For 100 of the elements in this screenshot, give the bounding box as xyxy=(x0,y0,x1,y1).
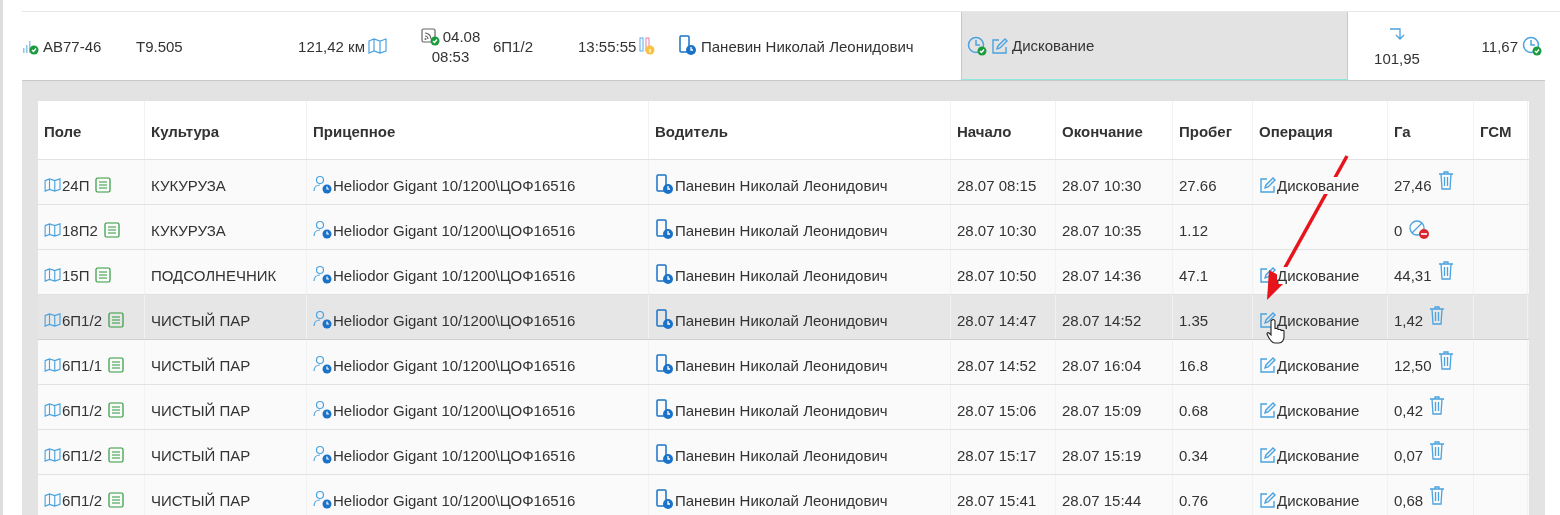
column-header: Окончание xyxy=(1062,122,1143,140)
table-cell: Heliodor Gigant 10/1200\ЦОФ16516 xyxy=(333,311,576,329)
table-cell: 47.1 xyxy=(1179,266,1209,284)
duration: 13:55:55 xyxy=(578,37,637,55)
table-cell: 0.34 xyxy=(1179,446,1209,464)
map-icon[interactable] xyxy=(44,403,62,417)
trash-icon[interactable] xyxy=(1437,171,1454,191)
table-cell: Паневин Николай Леонидович xyxy=(675,311,888,329)
table-cell: 28.07 10:50 xyxy=(957,266,1037,284)
user-clock-icon xyxy=(313,355,333,375)
trash-icon[interactable] xyxy=(1429,441,1446,461)
table-cell: 28.07 15:19 xyxy=(1062,446,1142,464)
driver-icon xyxy=(655,174,675,196)
table-cell: Паневин Николай Леонидович xyxy=(675,401,888,419)
table-cell: 0 xyxy=(1394,221,1403,239)
list-icon[interactable] xyxy=(108,357,124,373)
column-header: Поле xyxy=(44,122,82,140)
table-cell: ЧИСТЫЙ ПАР xyxy=(151,446,251,464)
map-icon[interactable] xyxy=(368,38,388,54)
table-cell: 1,42 xyxy=(1394,311,1424,329)
map-icon[interactable] xyxy=(44,493,62,507)
edit-icon[interactable] xyxy=(1259,446,1277,464)
mileage: 101,95 xyxy=(1374,49,1420,67)
operation-cell[interactable]: Дискование xyxy=(961,12,1348,80)
list-icon[interactable] xyxy=(95,267,112,283)
blocked-icon xyxy=(1408,220,1431,240)
list-icon[interactable] xyxy=(108,312,124,328)
list-icon[interactable] xyxy=(103,222,120,238)
table-cell: Heliodor Gigant 10/1200\ЦОФ16516 xyxy=(333,176,576,194)
user-clock-icon xyxy=(313,490,333,510)
table-cell: 0,07 xyxy=(1394,446,1424,464)
edit-icon[interactable] xyxy=(1259,176,1277,194)
table-cell: 28.07 15:17 xyxy=(957,446,1037,464)
table-cell: 44,31 xyxy=(1394,266,1432,284)
map-icon[interactable] xyxy=(44,358,62,372)
table-cell: Heliodor Gigant 10/1200\ЦОФ16516 xyxy=(333,491,576,509)
table-cell: 28.07 15:44 xyxy=(1062,491,1142,509)
table-cell: 12,50 xyxy=(1394,356,1432,374)
driver-icon xyxy=(678,35,698,57)
user-clock-icon xyxy=(313,445,333,465)
table-cell: 28.07 14:36 xyxy=(1062,266,1142,284)
table-cell: 0,68 xyxy=(1394,491,1424,509)
table-cell: 24П xyxy=(62,176,90,194)
area: 11,67 xyxy=(1481,37,1518,55)
table-cell: 6П1/1 xyxy=(62,356,102,374)
driver-icon xyxy=(655,354,675,376)
column-header: Пробег xyxy=(1179,122,1232,140)
table-cell: 28.07 15:41 xyxy=(957,491,1037,509)
table-cell: 28.07 10:30 xyxy=(1062,176,1142,194)
map-icon[interactable] xyxy=(44,268,62,282)
table-cell: ЧИСТЫЙ ПАР xyxy=(151,401,251,419)
turn-down-icon xyxy=(1389,25,1405,42)
operation-name: Дискование xyxy=(1012,37,1095,54)
table-cell: КУКУРУЗА xyxy=(151,221,226,239)
trash-icon[interactable] xyxy=(1429,396,1446,416)
driver-icon xyxy=(655,489,675,511)
table-cell: Дискование xyxy=(1277,266,1360,284)
list-icon[interactable] xyxy=(108,492,124,508)
user-clock-icon xyxy=(313,220,333,240)
date: 04.08 xyxy=(442,28,481,45)
table-cell: 28.07 14:52 xyxy=(957,356,1037,374)
table-cell: Heliodor Gigant 10/1200\ЦОФ16516 xyxy=(333,221,576,239)
table-cell: Паневин Николай Леонидович xyxy=(675,491,888,509)
table-cell: 28.07 15:06 xyxy=(957,401,1037,419)
history-icon xyxy=(966,34,988,57)
table-cell: 6П1/2 xyxy=(62,491,102,509)
edit-icon[interactable] xyxy=(1259,311,1277,329)
edit-icon[interactable] xyxy=(1259,401,1277,419)
table-cell: КУКУРУЗА xyxy=(151,176,226,194)
trash-icon[interactable] xyxy=(1429,306,1446,326)
table-cell: 28.07 15:09 xyxy=(1062,401,1142,419)
map-icon[interactable] xyxy=(44,448,62,462)
table-cell: Heliodor Gigant 10/1200\ЦОФ16516 xyxy=(333,356,576,374)
list-icon[interactable] xyxy=(95,177,112,193)
user-clock-icon xyxy=(313,175,333,195)
column-header: Начало xyxy=(957,122,1012,140)
edit-icon[interactable] xyxy=(1259,491,1277,509)
trash-icon[interactable] xyxy=(1437,261,1454,281)
driver-icon xyxy=(655,264,675,286)
map-icon[interactable] xyxy=(44,178,62,192)
table-cell: Паневин Николай Леонидович xyxy=(675,356,888,374)
table-cell: 28.07 10:30 xyxy=(957,221,1037,239)
list-icon[interactable] xyxy=(108,447,124,463)
table-cell: 15П xyxy=(62,266,90,284)
table-cell: 27.66 xyxy=(1179,176,1217,194)
map-icon[interactable] xyxy=(44,313,62,327)
column-header: Операция xyxy=(1259,122,1333,140)
table-cell: 1.35 xyxy=(1179,311,1209,329)
column-header: ГСМ xyxy=(1480,122,1512,140)
driver-icon xyxy=(655,219,675,241)
map-icon[interactable] xyxy=(44,223,62,237)
table-cell: 28.07 14:52 xyxy=(1062,311,1142,329)
table-cell: ЧИСТЫЙ ПАР xyxy=(151,491,251,509)
user-clock-icon xyxy=(313,310,333,330)
edit-icon[interactable] xyxy=(1259,356,1277,374)
list-icon[interactable] xyxy=(108,402,124,418)
table-cell: Дискование xyxy=(1277,176,1360,194)
column-header: Водитель xyxy=(655,122,728,140)
trash-icon[interactable] xyxy=(1429,486,1446,506)
trash-icon[interactable] xyxy=(1437,351,1454,371)
